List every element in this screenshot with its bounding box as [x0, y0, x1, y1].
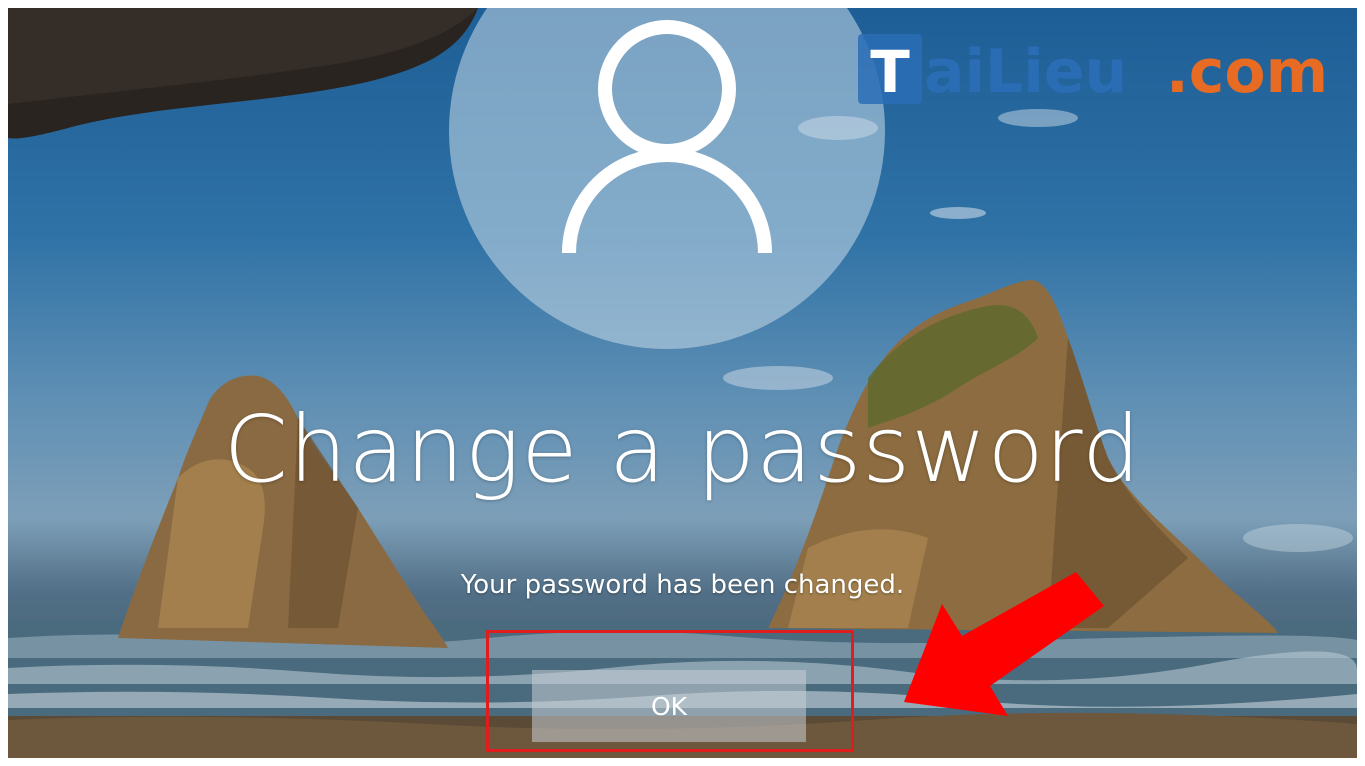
page-title: Change a password — [223, 396, 1142, 503]
highlight-box — [486, 630, 854, 752]
lock-screen: T aiLieu .com Change a password Your pas… — [8, 8, 1357, 758]
arrow-icon — [904, 572, 1104, 716]
watermark-logo: T aiLieu .com — [858, 34, 1328, 107]
svg-text:T: T — [870, 38, 910, 106]
user-icon — [562, 20, 772, 254]
status-message: Your password has been changed. — [460, 570, 905, 600]
svg-text:.com: .com — [1166, 37, 1328, 107]
svg-text:aiLieu: aiLieu — [924, 37, 1127, 107]
